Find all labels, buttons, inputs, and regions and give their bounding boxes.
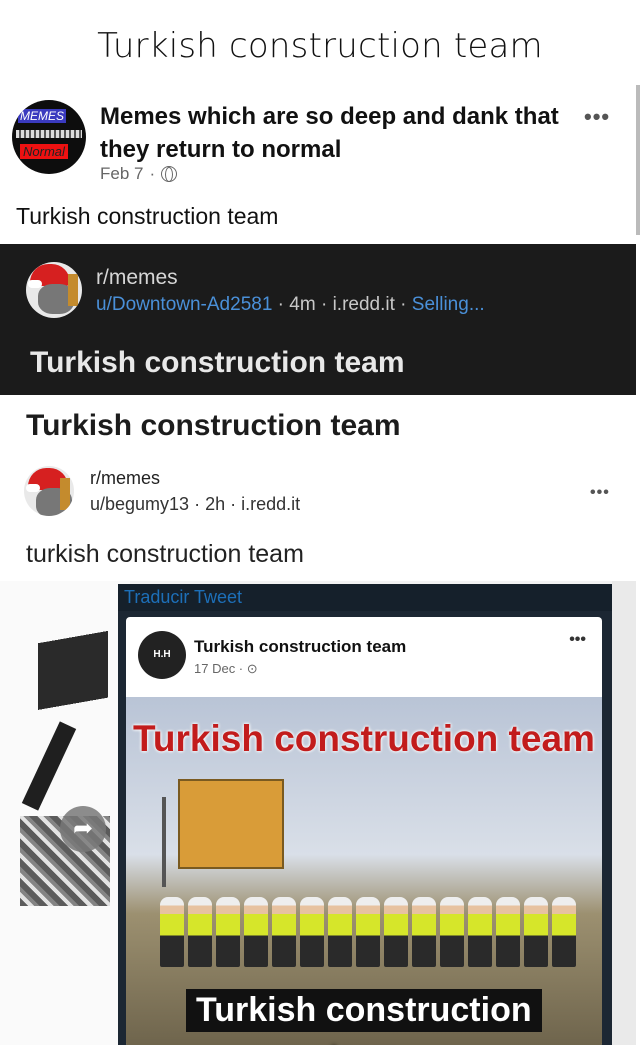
dark-username[interactable]: u/Downtown-Ad2581: [96, 294, 272, 315]
separator: ·: [320, 294, 333, 315]
christmas-tree-icon: [68, 274, 78, 306]
tweet-bar: Traducir Tweet: [118, 584, 612, 614]
post-date[interactable]: Feb 7: [100, 164, 143, 184]
worker: [440, 897, 464, 967]
avatar-text-bottom: Normal: [20, 144, 68, 159]
worker: [552, 897, 576, 967]
worker: [468, 897, 492, 967]
facebook-post-header: MEMES Normal Memes which are so deep and…: [0, 92, 640, 192]
worker-crowd: [160, 887, 580, 967]
avatar-text-top: MEMES: [18, 109, 67, 123]
light-domain[interactable]: i.redd.it: [241, 494, 300, 514]
worker: [328, 897, 352, 967]
meta-separator: ·: [149, 164, 156, 183]
post-caption: Turkish construction team: [16, 203, 279, 229]
more-options-icon[interactable]: •••: [590, 484, 610, 502]
more-options-icon[interactable]: •••: [569, 631, 586, 649]
reddit-avatar-light[interactable]: [24, 466, 74, 516]
group-name[interactable]: Memes which are so deep and dank that th…: [100, 100, 570, 166]
hat-pom: [28, 280, 42, 288]
hat-pom: [26, 484, 40, 492]
light-subreddit[interactable]: r/memes: [90, 468, 160, 489]
inner-avatar[interactable]: H.H: [138, 631, 186, 679]
light-username[interactable]: u/begumy13: [90, 494, 189, 514]
inner-facebook-post: H.H Turkish construction team 17 Dec · ⊙…: [126, 617, 602, 1045]
globe-icon: [161, 166, 178, 182]
separator: ·: [230, 494, 242, 514]
light-meta-line: u/begumy13 · 2h · i.redd.it: [90, 494, 300, 515]
meme-top-text: Turkish construction team: [133, 718, 595, 759]
light-age: 2h: [205, 494, 226, 514]
separator: ·: [277, 294, 290, 315]
worker: [216, 897, 240, 967]
light-caption: turkish construction team: [26, 540, 304, 568]
dark-meta-line: u/Downtown-Ad2581 · 4m · i.redd.it · Sel…: [96, 294, 485, 316]
page-title: Turkish construction team: [97, 26, 543, 66]
dark-subreddit[interactable]: r/memes: [96, 266, 178, 290]
avatar-pattern: [16, 130, 82, 138]
translate-tweet-link[interactable]: Traducir Tweet: [124, 587, 242, 608]
worker: [384, 897, 408, 967]
dark-post-title[interactable]: Turkish construction team: [30, 346, 405, 380]
phone-frame: H.H Turkish construction team 17 Dec · ⊙…: [118, 611, 612, 1045]
right-strip: [612, 581, 636, 1045]
dark-age: 4m: [289, 294, 316, 315]
share-icon[interactable]: ➦: [60, 806, 106, 852]
billboard-pole: [162, 797, 166, 887]
inner-page-name[interactable]: Turkish construction team: [194, 637, 406, 657]
worker: [272, 897, 296, 967]
worker: [300, 897, 324, 967]
meme-bottom-text: Turkish construction: [186, 989, 542, 1032]
dark-flair[interactable]: Selling...: [412, 294, 485, 315]
jumping-man: [38, 621, 108, 831]
christmas-tree-icon: [60, 478, 70, 510]
meme-bottom-text-2: team: [126, 1039, 602, 1045]
globe-icon: ⊙: [246, 661, 258, 676]
more-options-icon[interactable]: •••: [584, 104, 610, 130]
inner-date-text: 17 Dec ·: [194, 661, 244, 676]
worker: [356, 897, 380, 967]
worker: [412, 897, 436, 967]
worker: [244, 897, 268, 967]
group-avatar[interactable]: MEMES Normal: [12, 100, 86, 174]
worker: [496, 897, 520, 967]
worker: [160, 897, 184, 967]
separator: ·: [400, 294, 412, 315]
separator: ·: [194, 494, 206, 514]
billboard: [178, 779, 284, 869]
dark-domain[interactable]: i.redd.it: [333, 294, 395, 315]
bw-photo: ➦: [0, 581, 130, 1045]
worker: [188, 897, 212, 967]
post-meta: Feb 7 ·: [100, 164, 178, 184]
worker: [524, 897, 548, 967]
meme-image[interactable]: ➦ Traducir Tweet H.H Turkish constructio…: [0, 581, 636, 1045]
light-post-title[interactable]: Turkish construction team: [26, 409, 401, 443]
reddit-avatar[interactable]: [26, 262, 82, 318]
inner-post-date: 17 Dec · ⊙: [194, 661, 258, 677]
meme-photo: Turkish construction team Turkish constr…: [126, 697, 602, 1045]
